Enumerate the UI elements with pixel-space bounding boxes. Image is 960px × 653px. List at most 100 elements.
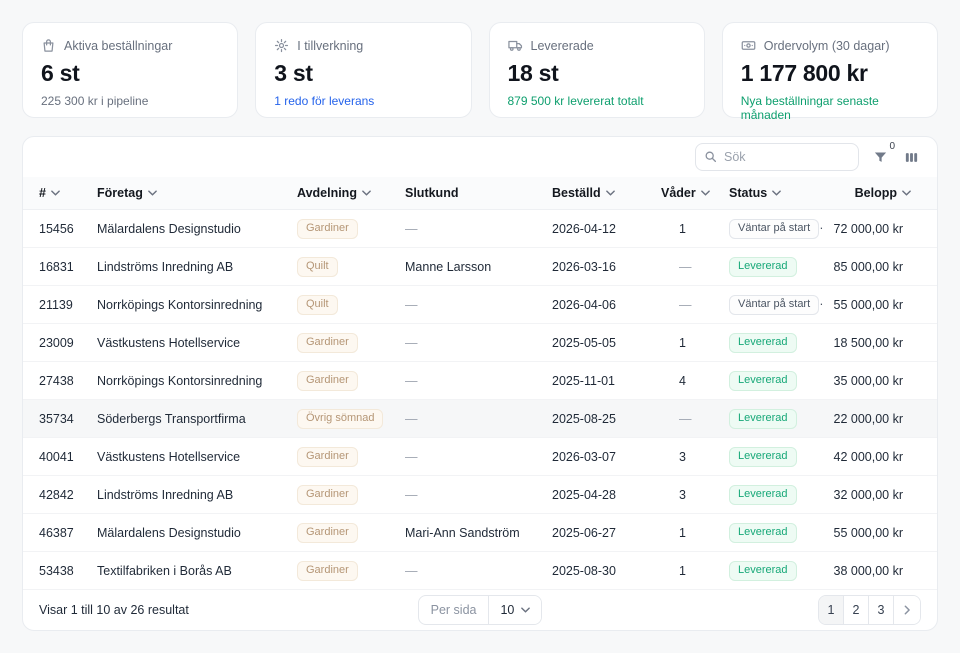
cell-company: Textilfabriken i Borås AB: [89, 552, 289, 590]
cell-panels: —: [653, 400, 721, 438]
column-header-ordered[interactable]: Beställd: [544, 177, 653, 210]
page-button-1[interactable]: 1: [819, 596, 844, 624]
department-badge: Gardiner: [297, 371, 358, 391]
table-row[interactable]: 46387 Mälardalens Designstudio Gardiner …: [23, 514, 937, 552]
cell-order-id: 27438: [23, 362, 89, 400]
department-badge: Quilt: [297, 257, 338, 277]
cell-order-id: 35734: [23, 400, 89, 438]
cell-amount: 32 000,00 kr: [824, 476, 937, 514]
stats-row: Aktiva beställningar 6 st 225 300 kr i p…: [22, 22, 938, 118]
table-toolbar: 0: [23, 137, 937, 177]
column-header-amount[interactable]: Belopp: [824, 177, 937, 210]
orders-table: # Företag Avdelning Slutkund Beställd Vå…: [23, 177, 937, 590]
cell-panels: 1: [653, 552, 721, 590]
stat-subtitle: 225 300 kr i pipeline: [41, 94, 219, 108]
cell-end-customer: —: [397, 476, 544, 514]
gear-icon: [274, 38, 289, 53]
page-button-3[interactable]: 3: [869, 596, 894, 624]
table-row[interactable]: 40041 Västkustens Hotellservice Gardiner…: [23, 438, 937, 476]
cell-ordered-date: 2025-04-28: [544, 476, 653, 514]
cell-end-customer: —: [397, 400, 544, 438]
column-header-company[interactable]: Företag: [89, 177, 289, 210]
cell-department: Gardiner: [289, 324, 397, 362]
column-header-department[interactable]: Avdelning: [289, 177, 397, 210]
cell-end-customer: —: [397, 438, 544, 476]
stat-subtitle: 879 500 kr levererat totalt: [508, 94, 686, 108]
department-badge: Övrig sömnad: [297, 409, 383, 429]
table-row[interactable]: 27438 Norrköpings Kontorsinredning Gardi…: [23, 362, 937, 400]
table-row[interactable]: 16831 Lindströms Inredning AB Quilt Mann…: [23, 248, 937, 286]
chevron-down-icon: [148, 190, 157, 196]
table-row[interactable]: 21139 Norrköpings Kontorsinredning Quilt…: [23, 286, 937, 324]
cell-status: Levererad: [721, 552, 824, 590]
cell-department: Gardiner: [289, 362, 397, 400]
table-row[interactable]: 42842 Lindströms Inredning AB Gardiner —…: [23, 476, 937, 514]
cell-status: Levererad: [721, 248, 824, 286]
per-page-label: Per sida: [419, 596, 490, 624]
cell-department: Gardiner: [289, 210, 397, 248]
cell-order-id: 15456: [23, 210, 89, 248]
cell-status: Väntar på start: [721, 210, 824, 248]
cell-company: Mälardalens Designstudio: [89, 210, 289, 248]
cell-company: Lindströms Inredning AB: [89, 248, 289, 286]
department-badge: Quilt: [297, 295, 338, 315]
cell-status: Levererad: [721, 362, 824, 400]
cell-status: Levererad: [721, 324, 824, 362]
column-header-panels[interactable]: Våder: [653, 177, 721, 210]
column-label: #: [39, 186, 46, 200]
cell-status: Väntar på start: [721, 286, 824, 324]
cell-panels: —: [653, 286, 721, 324]
stat-card-delivered: Levererade 18 st 879 500 kr levererat to…: [489, 22, 705, 118]
stat-label: I tillverkning: [297, 39, 363, 53]
chevron-right-icon: [902, 605, 912, 615]
column-header-status[interactable]: Status: [721, 177, 824, 210]
cell-panels: 3: [653, 476, 721, 514]
column-label: Beställd: [552, 186, 601, 200]
cell-amount: 42 000,00 kr: [824, 438, 937, 476]
department-badge: Gardiner: [297, 219, 358, 239]
columns-button[interactable]: [902, 148, 921, 167]
next-page-button[interactable]: [894, 596, 920, 624]
cell-amount: 85 000,00 kr: [824, 248, 937, 286]
status-badge: Väntar på start: [729, 219, 819, 239]
cell-department: Gardiner: [289, 476, 397, 514]
stat-subtitle-link[interactable]: 1 redo för leverans: [274, 94, 452, 108]
table-row[interactable]: 23009 Västkustens Hotellservice Gardiner…: [23, 324, 937, 362]
stat-value: 18 st: [508, 60, 686, 87]
table-row[interactable]: 53438 Textilfabriken i Borås AB Gardiner…: [23, 552, 937, 590]
per-page-select[interactable]: 10: [489, 596, 541, 624]
department-badge: Gardiner: [297, 561, 358, 581]
cell-ordered-date: 2025-08-25: [544, 400, 653, 438]
table-row[interactable]: 15456 Mälardalens Designstudio Gardiner …: [23, 210, 937, 248]
search-icon: [704, 150, 717, 163]
cell-end-customer: —: [397, 286, 544, 324]
status-badge: Levererad: [729, 257, 797, 277]
search-input[interactable]: [695, 143, 859, 171]
column-label: Våder: [661, 186, 696, 200]
cell-amount: 22 000,00 kr: [824, 400, 937, 438]
cell-order-id: 40041: [23, 438, 89, 476]
column-header-id[interactable]: #: [23, 177, 89, 210]
filter-button[interactable]: 0: [871, 148, 890, 167]
cell-company: Mälardalens Designstudio: [89, 514, 289, 552]
cell-order-id: 53438: [23, 552, 89, 590]
stat-value: 3 st: [274, 60, 452, 87]
department-badge: Gardiner: [297, 447, 358, 467]
cell-panels: 1: [653, 324, 721, 362]
status-badge: Levererad: [729, 333, 797, 353]
chevron-down-icon: [772, 190, 781, 196]
department-badge: Gardiner: [297, 333, 358, 353]
cell-end-customer: —: [397, 362, 544, 400]
table-row[interactable]: 35734 Söderbergs Transportfirma Övrig sö…: [23, 400, 937, 438]
column-label: Slutkund: [405, 186, 458, 200]
cell-department: Gardiner: [289, 552, 397, 590]
cell-department: Gardiner: [289, 438, 397, 476]
search-wrap: [695, 143, 859, 171]
page-button-2[interactable]: 2: [844, 596, 869, 624]
stat-label: Aktiva beställningar: [64, 39, 172, 53]
stat-value: 6 st: [41, 60, 219, 87]
pagination: 123: [818, 595, 921, 625]
cell-order-id: 42842: [23, 476, 89, 514]
cell-amount: 55 000,00 kr: [824, 514, 937, 552]
truck-icon: [508, 38, 523, 53]
